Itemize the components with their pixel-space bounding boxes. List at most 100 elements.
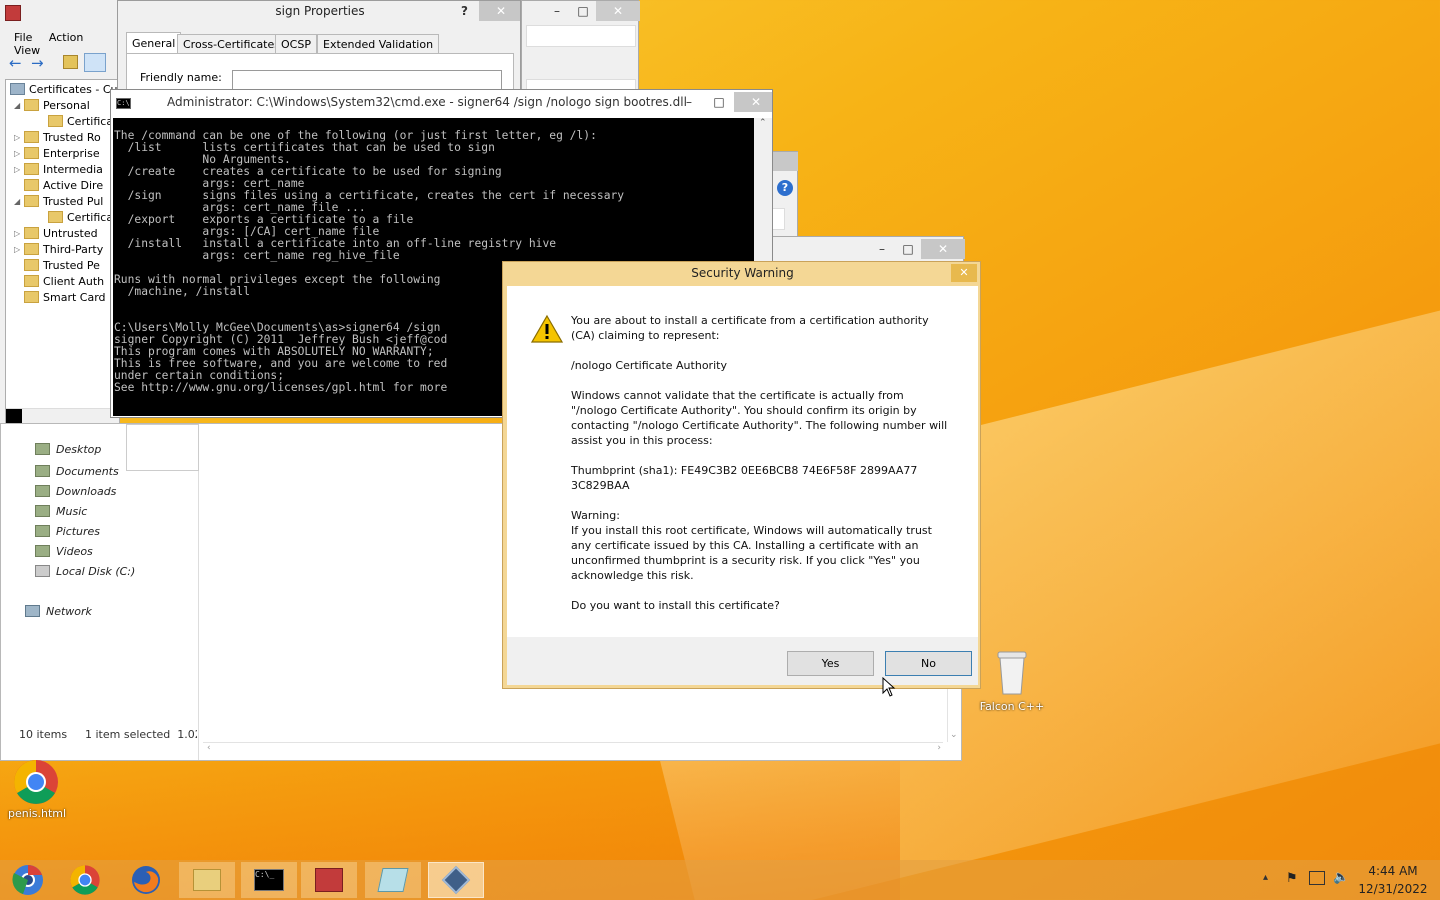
collapsed-arrow-icon[interactable]: ▷ [14,149,24,158]
taskbar-falcon[interactable] [428,862,484,898]
tree-label: Trusted Pe [43,258,100,272]
tree-label: Personal [43,98,90,112]
show-tree-icon[interactable] [84,53,106,72]
tree-third-party[interactable]: ▷ Third-Party [14,241,103,257]
recycle-bin-desktop-icon[interactable] [994,650,1030,699]
show-hidden-icons[interactable]: ▴ [1263,872,1268,883]
collapsed-arrow-icon[interactable]: ▷ [14,165,24,174]
maximize-icon[interactable]: □ [704,92,734,112]
menu-action[interactable]: Action [49,31,83,44]
folder-icon [24,195,39,207]
help-icon[interactable]: ? [777,180,793,196]
folder-icon [24,259,39,271]
tree-personal[interactable]: ◢ Personal [14,97,90,113]
expanded-arrow-icon[interactable]: ◢ [14,197,24,206]
tree-hscrollbar[interactable] [6,408,119,424]
tab-ocsp[interactable]: OCSP [275,34,317,54]
tree-pane: Certificates - Cur ◢ Personal Certifica ▷… [5,79,120,425]
tree-intermediate[interactable]: ▷ Intermedia [14,161,103,177]
cmd-title: Administrator: C:\Windows\System32\cmd.e… [167,95,687,109]
expanded-arrow-icon[interactable]: ◢ [14,101,24,110]
taskbar-certmgr[interactable] [301,862,357,898]
scroll-thumb[interactable] [6,409,22,424]
menu-file[interactable]: File [14,31,32,44]
close-icon[interactable]: ✕ [734,92,772,112]
dialog-warning-text: If you install this root certificate, Wi… [571,524,932,582]
forward-arrow-icon[interactable]: → [31,54,44,72]
minimize-icon[interactable]: – [544,1,570,21]
no-button[interactable]: No [885,651,972,676]
nav-label: Documents [56,464,119,478]
taskbar-notes[interactable] [365,862,421,898]
tree-active-directory[interactable]: Active Dire [24,177,103,193]
tab-general[interactable]: General [126,32,182,54]
clock-time[interactable]: 4:44 AM [1356,864,1430,878]
volume-icon[interactable]: 🔈 [1333,870,1349,885]
taskbar-cmd[interactable]: C:\_ [241,862,297,898]
collapsed-arrow-icon[interactable]: ▷ [14,245,24,254]
nav-documents[interactable]: Documents [35,462,119,480]
nav-network[interactable]: Network [25,602,92,620]
clock-date[interactable]: 12/31/2022 [1356,882,1430,896]
collapsed-arrow-icon[interactable]: ▷ [14,133,24,142]
scroll-up-icon[interactable]: ⌃ [759,118,767,128]
tree-label: Enterprise [43,146,100,160]
tree-client-auth[interactable]: Client Auth [24,273,104,289]
tree-smart-card[interactable]: Smart Card [24,289,106,305]
nav-label: Music [56,504,88,518]
nav-downloads[interactable]: Downloads [35,482,116,500]
network-icon[interactable] [1309,871,1325,885]
scroll-left-icon[interactable]: ‹ [207,743,211,753]
up-folder-icon[interactable] [63,55,78,69]
tree-publisher-certificates[interactable]: Certifica [48,209,113,225]
close-icon[interactable] [771,152,798,171]
dialog-close-button[interactable]: ✕ [951,264,977,282]
folder-icon [48,115,63,127]
nav-videos[interactable]: Videos [35,542,93,560]
nav-desktop[interactable]: Desktop [35,442,101,456]
tree-root[interactable]: Certificates - Cur [10,81,120,97]
dialog-ca-name: /nologo Certificate Authority [571,359,727,372]
close-icon[interactable]: ✕ [479,1,520,21]
close-icon[interactable]: ✕ [921,239,965,259]
tree-label: Smart Card [43,290,106,304]
scroll-right-icon[interactable]: › [937,743,941,753]
downloads-icon [35,485,50,497]
taskbar-chrome[interactable] [57,862,113,898]
chrome-icon [14,760,58,804]
close-icon[interactable]: ✕ [596,1,640,21]
tab-cross-certificates[interactable]: Cross-Certificates [177,34,286,54]
tree-enterprise[interactable]: ▷ Enterprise [14,145,100,161]
navigation-pane: Desktop Documents Downloads Music Pictur… [1,424,199,760]
content-hscrollbar[interactable]: ‹ › [203,742,943,756]
back-arrow-icon[interactable]: ← [9,54,22,72]
yes-button[interactable]: Yes [787,651,874,676]
nav-pictures[interactable]: Pictures [35,522,100,540]
nav-music[interactable]: Music [35,502,87,520]
scroll-down-icon[interactable]: ⌄ [950,730,958,740]
help-button[interactable]: ? [461,4,468,18]
tree-trusted-root[interactable]: ▷ Trusted Ro [14,129,101,145]
tree-trusted-people[interactable]: Trusted Pe [24,257,100,273]
minimize-icon[interactable]: – [869,239,895,259]
cert-store-icon [10,83,25,95]
tab-extended-validation[interactable]: Extended Validation [317,34,440,54]
documents-icon [35,465,50,477]
toolbox-icon [315,868,343,892]
maximize-icon[interactable]: □ [570,1,596,21]
tree-personal-certificates[interactable]: Certifica [48,113,113,129]
minimize-icon[interactable]: – [674,92,704,112]
chrome-desktop-icon[interactable] [12,758,60,809]
taskbar-app-1[interactable] [0,862,56,898]
tree-trusted-publishers[interactable]: ◢ Trusted Pul [14,193,103,209]
maximize-icon[interactable]: □ [895,239,921,259]
cmd-app-icon: C:\ [116,98,131,109]
nav-local-disk[interactable]: Local Disk (C:) [35,562,135,580]
taskbar-file-explorer[interactable] [179,862,235,898]
collapsed-arrow-icon[interactable]: ▷ [14,229,24,238]
tree-untrusted[interactable]: ▷ Untrusted [14,225,98,241]
pictures-icon [35,525,50,537]
action-center-flag-icon[interactable]: ⚑ [1286,871,1298,886]
folder-icon [24,291,39,303]
taskbar-firefox[interactable] [118,862,174,898]
